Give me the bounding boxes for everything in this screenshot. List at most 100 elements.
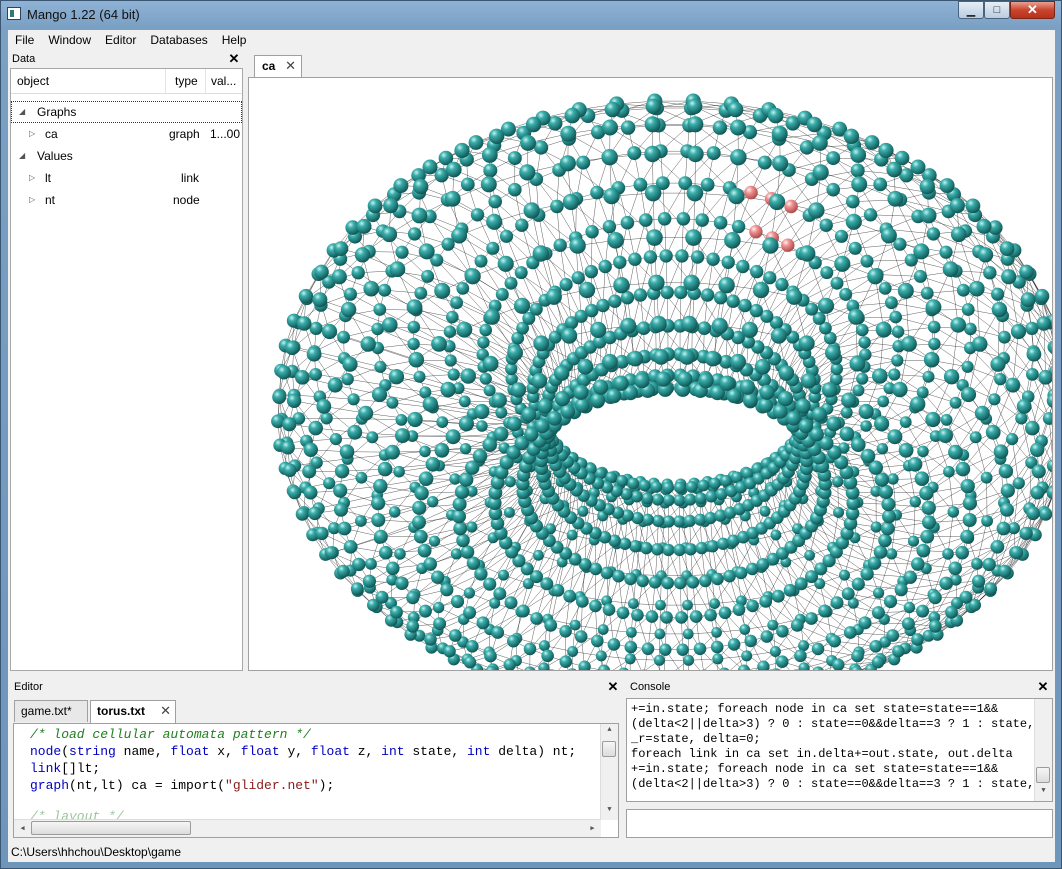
graph-node[interactable]	[458, 416, 474, 432]
graph-node[interactable]	[705, 490, 718, 503]
graph-node[interactable]	[744, 634, 757, 648]
graph-node[interactable]	[413, 370, 426, 383]
graph-node[interactable]	[851, 176, 868, 193]
graph-node[interactable]	[876, 443, 889, 455]
graph-node[interactable]	[1034, 288, 1050, 304]
graph-node[interactable]	[1019, 526, 1033, 541]
graph-node[interactable]	[504, 596, 518, 610]
graph-node[interactable]	[741, 650, 753, 662]
graph-node[interactable]	[772, 404, 788, 419]
graph-node[interactable]	[783, 583, 797, 597]
graph-node[interactable]	[693, 642, 707, 656]
graph-node[interactable]	[443, 325, 457, 338]
graph-node[interactable]	[818, 604, 832, 618]
graph-node[interactable]	[374, 360, 387, 373]
tree-row-nt[interactable]: ▷ nt node	[11, 189, 242, 211]
graph-node[interactable]	[983, 266, 997, 280]
graph-node[interactable]	[504, 276, 518, 290]
graph-node[interactable]	[875, 321, 892, 338]
graph-node[interactable]	[491, 392, 507, 408]
graph-node[interactable]	[356, 218, 372, 234]
graph-node[interactable]	[673, 543, 686, 557]
graph-node[interactable]	[537, 398, 553, 414]
graph-node[interactable]	[386, 561, 400, 576]
graph-node[interactable]	[561, 327, 578, 344]
graph-node[interactable]	[641, 642, 655, 656]
graph-node[interactable]	[878, 282, 892, 295]
close-button[interactable]: ✕	[1010, 1, 1055, 19]
graph-node[interactable]	[841, 587, 855, 601]
graph-node[interactable]	[901, 617, 915, 631]
graph-node[interactable]	[752, 281, 770, 299]
graph-node[interactable]	[962, 513, 977, 527]
graph-node[interactable]	[343, 540, 358, 554]
graph-node[interactable]	[472, 448, 488, 464]
expand-arrow-icon[interactable]: ▷	[29, 123, 35, 145]
graph-node[interactable]	[547, 411, 562, 426]
graph-node[interactable]	[820, 266, 834, 280]
graph-node[interactable]	[767, 619, 779, 631]
graph-node[interactable]	[280, 440, 295, 455]
graph-node[interactable]	[320, 412, 333, 425]
graph-node[interactable]	[460, 177, 475, 192]
graph-node[interactable]	[850, 163, 865, 178]
graph-node[interactable]	[479, 372, 492, 385]
graph-node[interactable]	[612, 569, 625, 583]
editor-close-icon[interactable]: ✕	[606, 678, 620, 696]
graph-node[interactable]	[965, 198, 981, 214]
graph-node[interactable]	[922, 515, 936, 530]
graph-node[interactable]	[850, 147, 867, 163]
column-object[interactable]: object	[11, 69, 166, 93]
graph-node[interactable]	[474, 254, 488, 268]
graph-node[interactable]	[1025, 420, 1040, 436]
graph-node[interactable]	[877, 395, 890, 408]
graph-node[interactable]	[454, 484, 470, 499]
graph-node[interactable]	[871, 606, 885, 620]
graph-node[interactable]	[1005, 377, 1021, 393]
graph-node[interactable]	[574, 397, 590, 413]
graph-node[interactable]	[886, 548, 898, 560]
graph-node[interactable]	[629, 540, 642, 553]
graph-node[interactable]	[686, 576, 700, 589]
graph-node[interactable]	[723, 569, 736, 583]
graph-node[interactable]	[533, 335, 550, 352]
graph-node[interactable]	[477, 336, 490, 349]
graph-node[interactable]	[591, 634, 604, 648]
graph-node[interactable]	[673, 515, 686, 528]
graph-node[interactable]	[525, 116, 542, 133]
graph-node[interactable]	[569, 619, 581, 631]
graph-node[interactable]	[885, 296, 898, 310]
graph-node[interactable]	[541, 649, 554, 663]
tab-game-txt[interactable]: game.txt*	[14, 700, 88, 722]
graph-node[interactable]	[1039, 507, 1052, 521]
graph-node[interactable]	[969, 431, 982, 444]
menu-editor[interactable]: Editor	[98, 30, 143, 50]
graph-node[interactable]	[683, 654, 695, 666]
data-tree[interactable]: object type val... ◢ Graphs ▷ ca graph 1…	[10, 68, 243, 671]
graph-node[interactable]	[497, 255, 514, 272]
graph-node[interactable]	[770, 327, 787, 344]
graph-node[interactable]	[596, 298, 610, 313]
graph-node[interactable]	[331, 269, 347, 285]
graph-node[interactable]	[927, 320, 941, 334]
graph-node[interactable]	[887, 473, 899, 485]
graph-node[interactable]	[362, 574, 376, 588]
graph-node[interactable]	[600, 566, 614, 580]
graph-node[interactable]	[771, 589, 785, 603]
graph-node[interactable]	[486, 241, 500, 255]
graph-node[interactable]	[412, 500, 427, 515]
graph-node[interactable]	[910, 396, 926, 412]
graph-node[interactable]	[911, 557, 925, 571]
graph-node[interactable]	[1000, 502, 1014, 517]
graph-node[interactable]	[585, 225, 599, 239]
menu-help[interactable]: Help	[215, 30, 254, 50]
graph-node[interactable]	[553, 365, 570, 381]
graph-node[interactable]	[736, 259, 750, 274]
graph-node[interactable]	[333, 483, 348, 498]
graph-node[interactable]	[888, 368, 901, 381]
graph-node[interactable]	[538, 640, 550, 652]
graph-node[interactable]	[479, 323, 492, 337]
graph-node[interactable]	[891, 325, 905, 338]
graph-node[interactable]	[860, 448, 876, 464]
graph-node[interactable]	[938, 428, 953, 444]
